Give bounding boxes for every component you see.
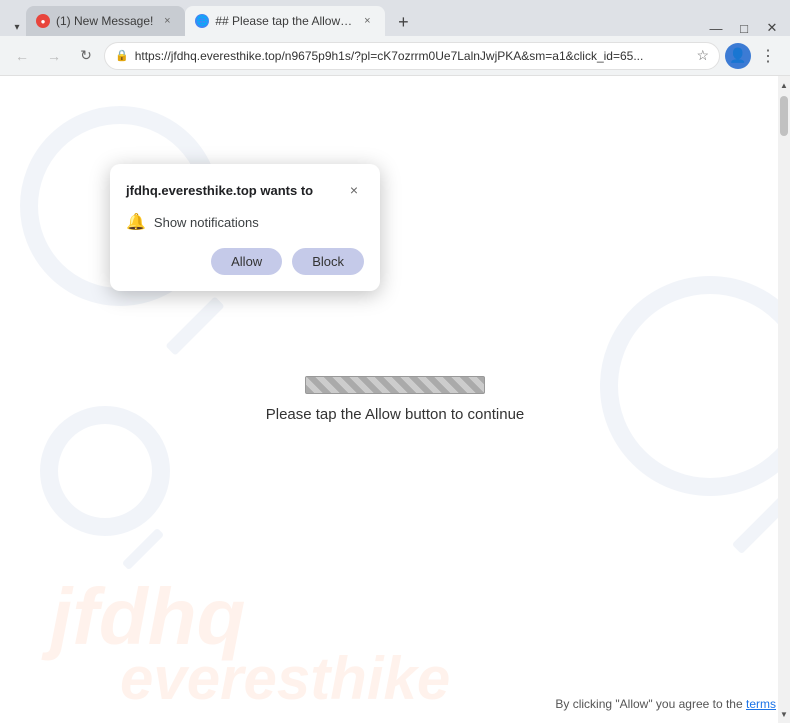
lock-icon: 🔒 <box>115 49 129 62</box>
maximize-button[interactable]: □ <box>734 21 754 36</box>
window-controls: — □ ✕ <box>417 20 790 36</box>
wm-circle-3 <box>600 276 790 496</box>
terms-prefix: By clicking "Allow" you agree to the <box>555 697 742 711</box>
allow-button[interactable]: Allow <box>211 248 282 275</box>
browser-content: jfdhq everesthike Please tap the Allow b… <box>0 76 790 723</box>
url-text: https://jfdhq.everesthike.top/n9675p9h1s… <box>135 49 691 63</box>
toolbar-buttons: 👤 ⋮ <box>724 42 782 70</box>
permission-label: Show notifications <box>154 215 259 230</box>
terms-link[interactable]: terms <box>746 697 776 711</box>
scrollbar[interactable]: ▲ ▼ <box>778 76 790 723</box>
popup-close-button[interactable]: × <box>344 180 364 200</box>
new-tab-button[interactable]: + <box>389 8 417 36</box>
loading-bar <box>305 376 485 394</box>
menu-button[interactable]: ⋮ <box>754 42 782 70</box>
wm-handle-2 <box>122 528 164 570</box>
refresh-button[interactable]: ↻ <box>72 42 100 70</box>
tab1-close[interactable]: × <box>159 13 175 29</box>
tab-bar: ▾ ● (1) New Message! × 🌐 ## Please tap t… <box>0 0 790 36</box>
wm-circle-2 <box>40 406 170 536</box>
text-watermark-1: jfdhq <box>50 571 245 663</box>
scrollbar-up[interactable]: ▲ <box>779 78 789 92</box>
tab1-favicon: ● <box>36 14 50 28</box>
chrome-frame: ▾ ● (1) New Message! × 🌐 ## Please tap t… <box>0 0 790 723</box>
tab-new-message[interactable]: ● (1) New Message! × <box>26 6 185 36</box>
bell-icon: 🔔 <box>126 212 146 232</box>
bottom-right-text: By clicking "Allow" you agree to the ter… <box>555 697 776 711</box>
tab2-close[interactable]: × <box>359 13 375 29</box>
address-input[interactable]: 🔒 https://jfdhq.everesthike.top/n9675p9h… <box>104 42 720 70</box>
profile-icon: 👤 <box>725 43 751 69</box>
forward-button[interactable]: → <box>40 42 68 70</box>
profile-button[interactable]: 👤 <box>724 42 752 70</box>
tab-dropdown-btn[interactable]: ▾ <box>8 18 26 36</box>
minimize-button[interactable]: — <box>706 21 726 36</box>
text-watermark-2: everesthike <box>120 644 450 713</box>
wm-handle-1 <box>165 296 224 355</box>
tab1-label: (1) New Message! <box>56 14 153 28</box>
scrollbar-thumb[interactable] <box>780 96 788 136</box>
close-button[interactable]: ✕ <box>762 20 782 36</box>
tab-allow-button[interactable]: 🌐 ## Please tap the Allow button × <box>185 6 385 36</box>
address-bar: ← → ↻ 🔒 https://jfdhq.everesthike.top/n9… <box>0 36 790 76</box>
permission-popup: jfdhq.everesthike.top wants to × 🔔 Show … <box>110 164 380 291</box>
popup-permission-row: 🔔 Show notifications <box>126 212 364 232</box>
popup-buttons: Allow Block <box>126 248 364 275</box>
tab2-label: ## Please tap the Allow button <box>215 14 353 28</box>
popup-title: jfdhq.everesthike.top wants to <box>126 183 313 198</box>
scrollbar-down[interactable]: ▼ <box>779 707 789 721</box>
star-icon[interactable]: ☆ <box>696 47 709 64</box>
block-button[interactable]: Block <box>292 248 364 275</box>
page-center: Please tap the Allow button to continue <box>266 376 525 423</box>
tab2-favicon: 🌐 <box>195 14 209 28</box>
popup-header: jfdhq.everesthike.top wants to × <box>126 180 364 200</box>
loading-text: Please tap the Allow button to continue <box>266 406 525 423</box>
back-button[interactable]: ← <box>8 42 36 70</box>
